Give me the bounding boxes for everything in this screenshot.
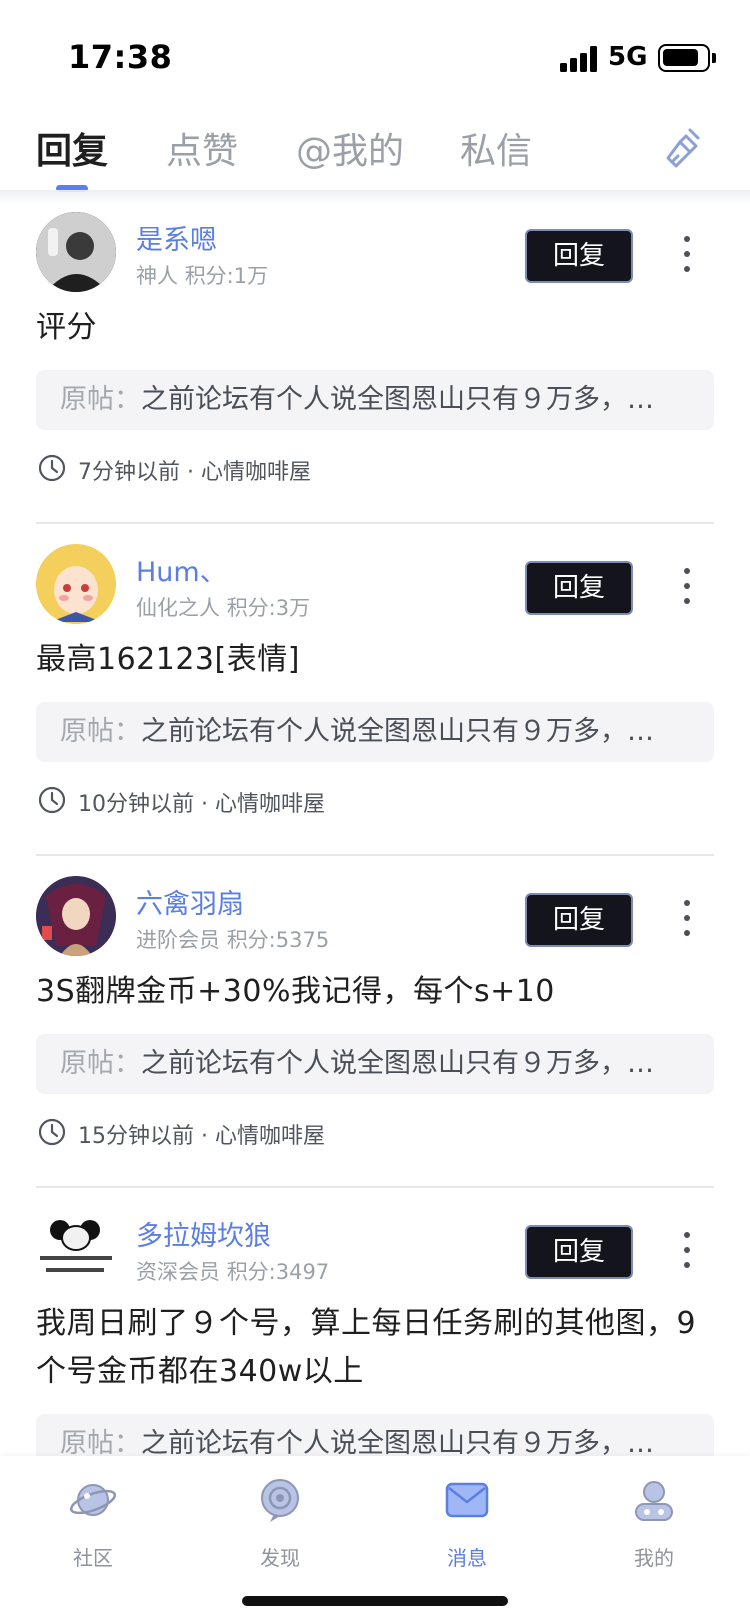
home-indicator[interactable] [242, 1596, 508, 1606]
nav-messages[interactable]: 消息 [405, 1476, 525, 1576]
message-tabs: 回复 点赞 @我的 私信 [0, 100, 750, 192]
clock-icon [38, 786, 66, 814]
divider [36, 1186, 714, 1188]
nav-discover[interactable]: 发现 [218, 1476, 338, 1576]
quote-text: 之前论坛有个人说全图恩山只有９万多，… [141, 384, 654, 415]
user-points: 积分:3万 [226, 596, 311, 620]
avatar[interactable] [36, 876, 116, 956]
battery-icon [658, 44, 710, 72]
avatar[interactable] [36, 1208, 116, 1288]
signal-icon [560, 46, 598, 72]
reply-text: 3S翻牌金币+30%我记得，每个s+10 [36, 974, 555, 1009]
message-icon [445, 1482, 489, 1518]
network-type: 5G [608, 42, 648, 72]
tab-likes[interactable]: 点赞 [166, 122, 238, 174]
reply-time: 7分钟以前 [78, 460, 180, 485]
reply-button[interactable]: 回复 [525, 893, 633, 947]
reply-time: 15分钟以前 [78, 1124, 194, 1149]
username[interactable]: 多拉姆坎狼 [136, 1214, 271, 1253]
user-meta: 资深会员 积分:3497 [136, 1256, 329, 1286]
reply-meta: 15分钟以前 · 心情咖啡屋 [78, 1118, 325, 1150]
reply-button[interactable]: 回复 [525, 561, 633, 615]
username[interactable]: 是系嗯 [136, 218, 217, 257]
meta-separator: · [187, 460, 194, 485]
avatar[interactable] [36, 544, 116, 624]
discover-icon [261, 1479, 299, 1522]
quote-text: 之前论坛有个人说全图恩山只有９万多，… [141, 716, 654, 747]
original-post-quote[interactable]: 原帖：之前论坛有个人说全图恩山只有９万多，… [36, 702, 714, 762]
user-meta: 进阶会员 积分:5375 [136, 924, 329, 954]
nav-label: 社区 [73, 1546, 113, 1570]
original-post-quote[interactable]: 原帖：之前论坛有个人说全图恩山只有９万多，… [36, 1414, 714, 1456]
reply-button[interactable]: 回复 [525, 1225, 633, 1279]
reply-meta: 7分钟以前 · 心情咖啡屋 [78, 454, 311, 486]
tab-reply[interactable]: 回复 [36, 122, 108, 174]
user-meta: 神人 积分:1万 [136, 260, 268, 290]
clock-icon [38, 454, 66, 482]
username[interactable]: Hum、 [136, 550, 227, 589]
user-level: 仙化之人 [136, 596, 220, 620]
quote-label: 原帖： [60, 716, 141, 747]
quote-label: 原帖： [60, 384, 141, 415]
tab-private-messages[interactable]: 私信 [460, 122, 532, 174]
reply-feed: 是系嗯 神人 积分:1万 回复 评分 原帖：之前论坛有个人说全图恩山只有９万多，… [0, 192, 750, 1456]
forum-name[interactable]: 心情咖啡屋 [201, 460, 311, 485]
user-points: 积分:3497 [226, 1260, 330, 1284]
nav-label: 消息 [447, 1546, 487, 1570]
more-icon[interactable] [680, 900, 694, 940]
forum-name[interactable]: 心情咖啡屋 [215, 1124, 325, 1149]
forum-name[interactable]: 心情咖啡屋 [215, 792, 325, 817]
original-post-quote[interactable]: 原帖：之前论坛有个人说全图恩山只有９万多，… [36, 1034, 714, 1094]
more-icon[interactable] [680, 1232, 694, 1272]
clock-icon [38, 1118, 66, 1146]
quote-label: 原帖： [60, 1048, 141, 1079]
reply-text: 我周日刷了９个号，算上每日任务刷的其他图，9个号金币都在340w以上 [36, 1306, 697, 1389]
more-icon[interactable] [680, 236, 694, 276]
profile-icon [635, 1481, 673, 1521]
username[interactable]: 六禽羽扇 [136, 882, 244, 921]
user-meta: 仙化之人 积分:3万 [136, 592, 310, 622]
broom-icon[interactable] [660, 124, 708, 172]
nav-label: 发现 [260, 1546, 300, 1570]
user-level: 进阶会员 [136, 928, 220, 952]
user-points: 积分:5375 [226, 928, 330, 952]
user-level: 资深会员 [136, 1260, 220, 1284]
status-bar: 17:38 5G [0, 0, 750, 100]
user-points: 积分:1万 [184, 264, 269, 288]
reply-button[interactable]: 回复 [525, 229, 633, 283]
reply-text: 最高162123[表情] [36, 642, 300, 677]
nav-profile[interactable]: 我的 [592, 1476, 712, 1576]
reply-meta: 10分钟以前 · 心情咖啡屋 [78, 786, 325, 818]
reply-text: 评分 [36, 310, 97, 345]
quote-label: 原帖： [60, 1428, 141, 1456]
user-level: 神人 [136, 264, 178, 288]
nav-label: 我的 [634, 1546, 674, 1570]
nav-community[interactable]: 社区 [31, 1476, 151, 1576]
reply-time: 10分钟以前 [78, 792, 194, 817]
more-icon[interactable] [680, 568, 694, 608]
avatar[interactable] [36, 212, 116, 292]
divider [36, 522, 714, 524]
divider [36, 854, 714, 856]
meta-separator: · [201, 1124, 208, 1149]
planet-icon [69, 1484, 117, 1516]
tab-mentions[interactable]: @我的 [296, 122, 404, 174]
quote-text: 之前论坛有个人说全图恩山只有９万多，… [141, 1428, 654, 1456]
battery-cap [712, 53, 716, 63]
meta-separator: · [201, 792, 208, 817]
quote-text: 之前论坛有个人说全图恩山只有９万多，… [141, 1048, 654, 1079]
status-time: 17:38 [68, 38, 173, 76]
original-post-quote[interactable]: 原帖：之前论坛有个人说全图恩山只有９万多，… [36, 370, 714, 430]
